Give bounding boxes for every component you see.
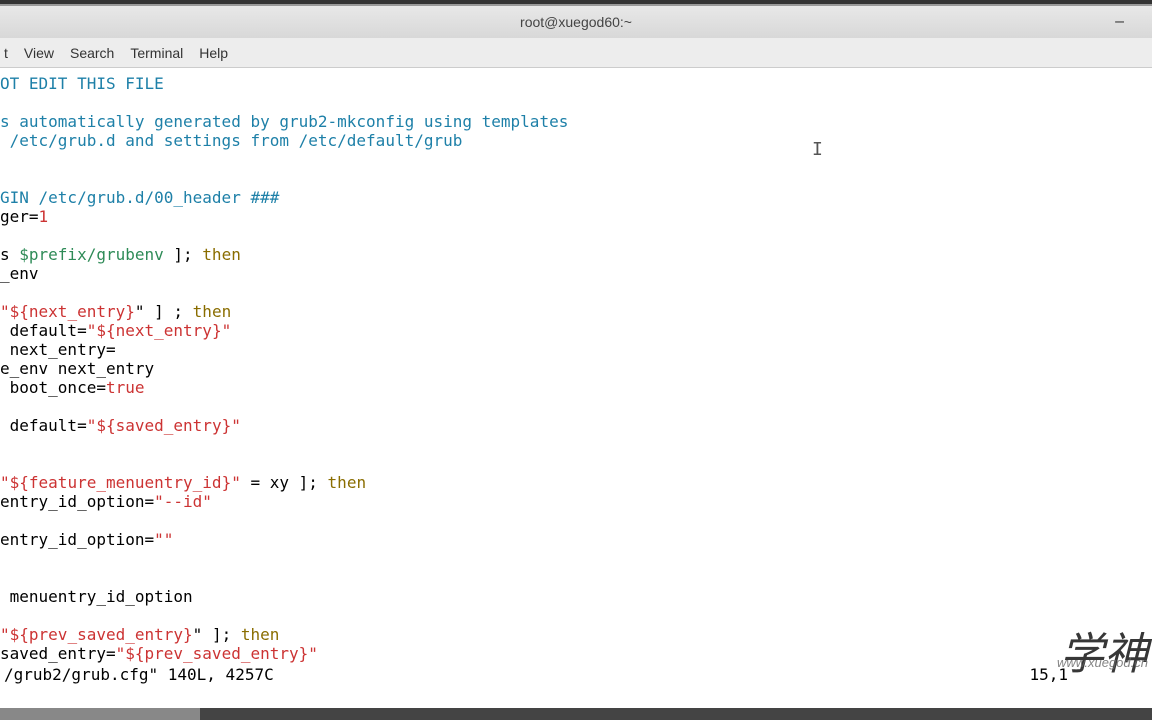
code-line: "": [154, 530, 173, 549]
code-line: ": [87, 321, 97, 340]
code-line: default=: [0, 416, 87, 435]
code-line: $prefix/grubenv: [19, 245, 164, 264]
code-line: next_entry=: [0, 340, 116, 359]
code-line: then: [241, 625, 280, 644]
code-line: _env: [0, 264, 39, 283]
code-line: boot_once=: [0, 378, 106, 397]
menu-terminal[interactable]: Terminal: [122, 41, 191, 65]
code-line: ;: [173, 302, 192, 321]
code-line: then: [193, 302, 232, 321]
code-line: ": [231, 416, 241, 435]
code-line: ": [116, 644, 126, 663]
code-line: default=: [0, 321, 87, 340]
code-line: ": [0, 473, 10, 492]
code-line: GIN /etc/grub.d/00_header ###: [0, 188, 279, 207]
menubar: t View Search Terminal Help: [0, 38, 1152, 68]
code-line: ": [87, 416, 97, 435]
code-line: ": [222, 321, 232, 340]
code-line: true: [106, 378, 145, 397]
menu-view[interactable]: View: [16, 41, 62, 65]
code-line: ": [308, 644, 318, 663]
code-line: s: [0, 245, 19, 264]
code-line: ": [0, 625, 10, 644]
titlebar: root@xuegod60:~ –: [0, 4, 1152, 38]
code-line: OT EDIT THIS FILE: [0, 74, 164, 93]
code-line: ${next_entry}: [96, 321, 221, 340]
code-line: e_env next_entry: [0, 359, 154, 378]
code-line: " ];: [193, 625, 241, 644]
code-line: then: [202, 245, 241, 264]
code-line: then: [328, 473, 367, 492]
text-cursor-icon: I: [812, 140, 823, 159]
minimize-button[interactable]: –: [1115, 13, 1124, 31]
menu-help[interactable]: Help: [191, 41, 236, 65]
menu-search[interactable]: Search: [62, 41, 122, 65]
code-line: ": [0, 302, 10, 321]
code-line: ${next_entry}: [10, 302, 135, 321]
code-line: entry_id_option=: [0, 492, 154, 511]
code-line: /etc/grub.d and settings from /etc/defau…: [0, 131, 462, 150]
code-line: " ]: [135, 302, 174, 321]
code-line: ${prev_saved_entry}: [125, 644, 308, 663]
window-title: root@xuegod60:~: [520, 14, 632, 30]
code-line: menuentry_id_option: [0, 587, 193, 606]
code-line: ${feature_menuentry_id}: [10, 473, 232, 492]
code-line: = xy ];: [241, 473, 328, 492]
code-line: "--id": [154, 492, 212, 511]
code-line: ];: [164, 245, 203, 264]
code-line: ${prev_saved_entry}: [10, 625, 193, 644]
code-line: saved_entry=: [0, 644, 116, 663]
menu-edit[interactable]: t: [2, 41, 16, 65]
terminal-content[interactable]: OT EDIT THIS FILE s automatically genera…: [0, 68, 1152, 708]
code-line: 1: [39, 207, 49, 226]
code-line: ger=: [0, 207, 39, 226]
status-cursor-position: 15,1: [1029, 665, 1068, 684]
code-line: s automatically generated by grub2-mkcon…: [0, 112, 568, 131]
taskbar-active-window[interactable]: [0, 708, 200, 720]
taskbar[interactable]: [0, 708, 1152, 720]
code-line: ": [231, 473, 241, 492]
code-line: entry_id_option=: [0, 530, 154, 549]
status-left: /grub2/grub.cfg" 140L, 4257C: [4, 665, 274, 684]
code-line: ${saved_entry}: [96, 416, 231, 435]
